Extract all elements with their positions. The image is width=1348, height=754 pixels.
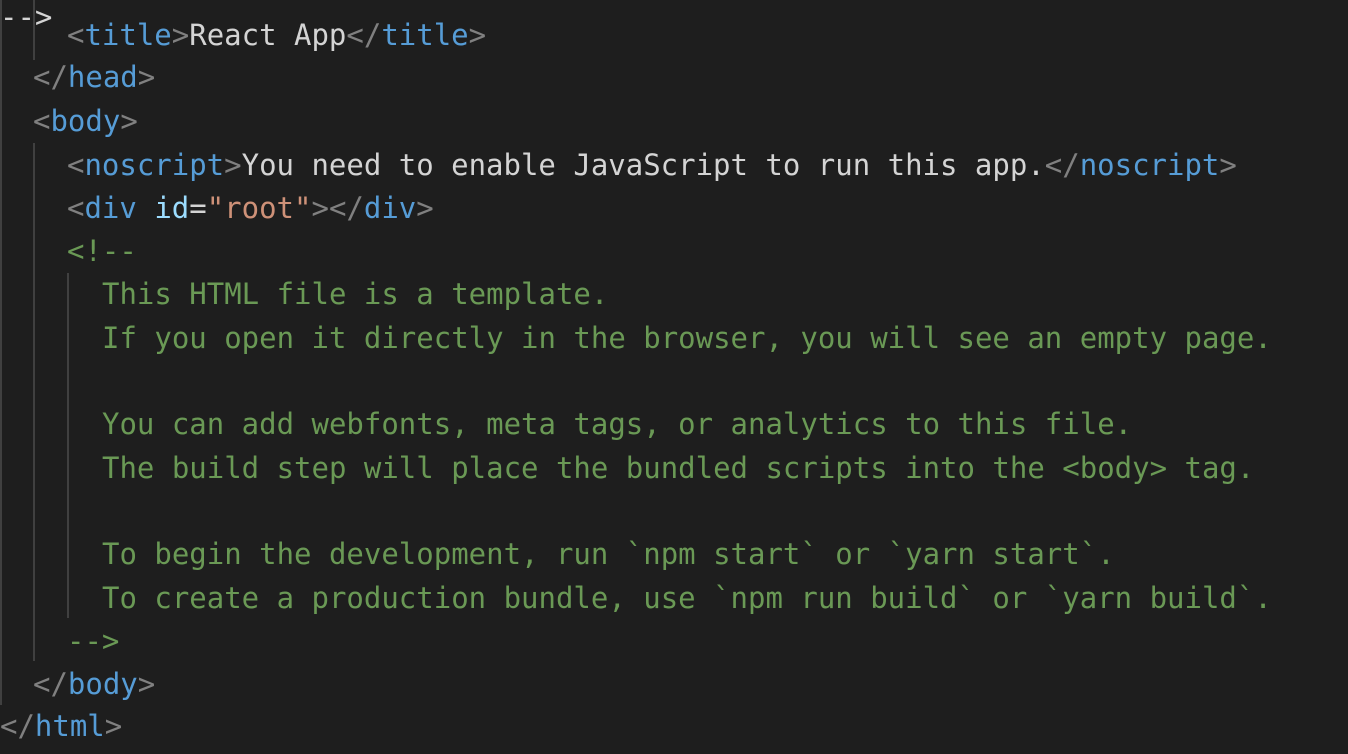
angle-bracket: > xyxy=(468,18,487,52)
angle-bracket: > xyxy=(416,191,434,225)
tag-name: html xyxy=(34,709,105,743)
comment-line[interactable]: To begin the development, run `npm start… xyxy=(102,533,1115,576)
tag-name: noscript xyxy=(84,148,225,182)
angle-bracket: < xyxy=(67,148,85,182)
code-editor[interactable]: <title>React App</title> </head> <body> … xyxy=(0,0,1348,754)
angle-bracket: </ xyxy=(0,709,35,743)
comment-line[interactable]: If you open it directly in the browser, … xyxy=(102,317,1272,360)
code-line-head-close[interactable]: </head> xyxy=(33,56,155,99)
title-text: React App xyxy=(189,18,347,52)
angle-bracket: < xyxy=(67,18,85,52)
angle-bracket: > xyxy=(224,148,242,182)
angle-bracket: > xyxy=(171,18,190,52)
tag-name: body xyxy=(50,104,121,138)
indent-guide xyxy=(33,0,35,60)
tag-name: head xyxy=(67,60,138,94)
angle-bracket: < xyxy=(33,104,51,138)
indent-guide xyxy=(0,0,2,705)
tag-name: div xyxy=(84,191,137,225)
indent-guide xyxy=(67,273,69,618)
noscript-text: You need to enable JavaScript to run thi… xyxy=(241,148,1045,182)
angle-bracket: < xyxy=(67,191,85,225)
angle-bracket: </ xyxy=(33,60,68,94)
angle-bracket: </ xyxy=(346,18,382,52)
code-line-noscript[interactable]: <noscript>You need to enable JavaScript … xyxy=(67,144,1237,187)
tag-name: title xyxy=(381,18,469,52)
angle-bracket: > xyxy=(104,709,123,743)
tag-name: noscript xyxy=(1079,148,1220,182)
tag-name: body xyxy=(67,667,138,701)
comment-line[interactable]: You can add webfonts, meta tags, or anal… xyxy=(102,403,1132,446)
attribute-value: "root" xyxy=(206,191,312,225)
angle-bracket: </ xyxy=(1044,148,1080,182)
tag-name: title xyxy=(84,18,172,52)
equals-sign: = xyxy=(189,191,207,225)
code-line-root-div[interactable]: <div id="root"></div> xyxy=(67,187,434,230)
code-line-html-close[interactable]: </html> xyxy=(0,705,122,748)
code-line-comment-open[interactable]: <!-- xyxy=(67,230,137,273)
comment-line[interactable]: This HTML file is a template. xyxy=(102,273,608,316)
tag-name: div xyxy=(363,191,417,225)
comment-line[interactable]: The build step will place the bundled sc… xyxy=(102,447,1254,490)
angle-bracket: </ xyxy=(33,667,68,701)
code-line-comment-close[interactable]: --> xyxy=(67,620,119,663)
angle-bracket: > xyxy=(1219,148,1237,182)
code-line-body-open[interactable]: <body> xyxy=(33,100,138,143)
attribute-name: id xyxy=(154,191,190,225)
angle-bracket: ></ xyxy=(311,191,364,225)
code-line-title[interactable]: <title>React App</title> xyxy=(67,14,486,57)
angle-bracket: > xyxy=(137,667,156,701)
indent-guide xyxy=(33,143,35,661)
comment-line[interactable]: To create a production bundle, use `npm … xyxy=(102,577,1272,620)
angle-bracket: > xyxy=(120,104,138,138)
angle-bracket: > xyxy=(137,60,156,94)
code-line-body-close[interactable]: </body> xyxy=(33,663,155,706)
